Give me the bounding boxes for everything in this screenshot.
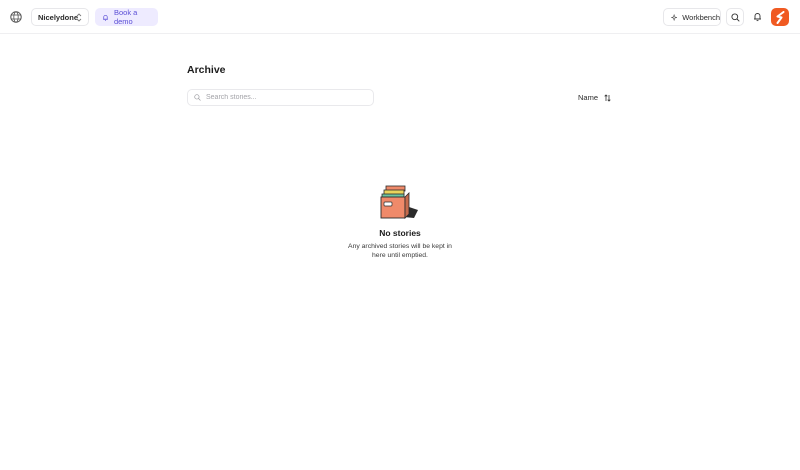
empty-description: Any archived stories will be kept in her… xyxy=(348,243,452,259)
brand-logo-mark xyxy=(776,10,784,24)
search-icon xyxy=(730,12,740,22)
brand-logo-icon[interactable] xyxy=(771,8,789,26)
sort-button[interactable]: Name xyxy=(578,93,611,102)
empty-title: No stories xyxy=(379,228,421,238)
globe-icon[interactable] xyxy=(10,11,22,23)
workbench-button[interactable]: Workbench xyxy=(663,8,721,26)
search-field[interactable] xyxy=(187,89,374,106)
notifications-button[interactable] xyxy=(748,8,766,26)
book-demo-button[interactable]: Book a demo xyxy=(95,8,158,26)
top-bar: Nicelydone Book a demo Workbench xyxy=(0,0,800,34)
chevron-updown-icon xyxy=(76,13,82,22)
archive-box-illustration xyxy=(380,185,418,219)
search-icon xyxy=(194,94,201,101)
search-input[interactable] xyxy=(206,94,366,101)
search-button[interactable] xyxy=(726,8,744,26)
empty-state: No stories Any archived stories will be … xyxy=(300,184,500,260)
notification-bell-icon xyxy=(753,13,761,22)
sort-label: Name xyxy=(578,93,599,102)
book-demo-label: Book a demo xyxy=(113,8,138,26)
bell-icon xyxy=(103,14,108,21)
sparkle-icon xyxy=(671,13,678,21)
sort-icon xyxy=(604,93,611,102)
workspace-switcher[interactable]: Nicelydone xyxy=(31,8,89,26)
page-title: Archive xyxy=(187,64,226,76)
workspace-name: Nicelydone xyxy=(38,12,79,22)
workbench-label: Workbench xyxy=(682,12,720,22)
